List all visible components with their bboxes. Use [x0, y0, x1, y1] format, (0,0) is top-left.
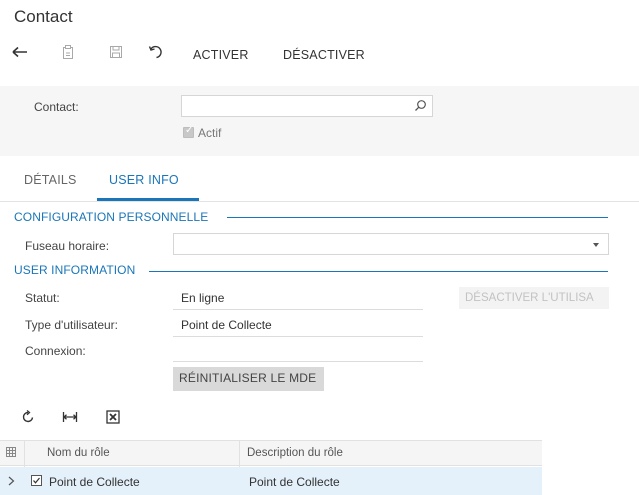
field-underline [173, 309, 423, 310]
status-label: Statut: [25, 291, 60, 305]
personal-config-title: CONFIGURATION PERSONNELLE [14, 210, 209, 224]
page-title: Contact [14, 7, 73, 26]
grid-settings-icon[interactable] [6, 446, 16, 460]
field-underline [173, 336, 423, 337]
active-label: Actif [198, 126, 222, 140]
tab-details[interactable]: DÉTAILS [24, 173, 77, 187]
user-information-title: USER INFORMATION [14, 263, 136, 277]
reset-password-button[interactable]: RÉINITIALISER LE MDE [173, 367, 324, 391]
status-value: En ligne [181, 291, 225, 305]
field-underline [173, 361, 423, 362]
contact-field[interactable] [181, 95, 433, 117]
tab-user-info[interactable]: USER INFO [109, 173, 179, 187]
back-arrow-icon[interactable] [9, 45, 31, 65]
deactivate-user-button[interactable]: DÉSACTIVER L'UTILISA [459, 287, 609, 309]
role-name-cell: Point de Collecte [49, 475, 140, 489]
column-header-role-description[interactable]: Description du rôle [247, 447, 343, 459]
activate-button[interactable]: ACTIVER [193, 48, 249, 62]
section-divider [227, 217, 608, 218]
row-checkbox[interactable] [31, 475, 42, 489]
user-type-value: Point de Collecte [181, 318, 272, 332]
active-checkbox[interactable] [183, 125, 194, 138]
undo-icon[interactable] [145, 45, 167, 65]
row-expand-icon[interactable] [8, 475, 15, 489]
column-separator [239, 440, 240, 467]
column-header-role-name[interactable]: Nom du rôle [47, 447, 110, 459]
chevron-down-icon[interactable] [593, 243, 599, 247]
search-icon[interactable] [414, 99, 427, 115]
fit-columns-icon[interactable] [61, 410, 79, 427]
excel-export-icon[interactable] [104, 410, 122, 427]
copy-icon[interactable] [57, 45, 79, 65]
user-type-label: Type d'utilisateur: [25, 318, 119, 332]
timezone-label: Fuseau horaire: [25, 239, 110, 253]
save-icon[interactable] [105, 45, 127, 65]
deactivate-button[interactable]: DÉSACTIVER [283, 48, 365, 62]
role-description-cell: Point de Collecte [249, 475, 340, 489]
section-divider [149, 271, 608, 272]
contact-label: Contact: [34, 100, 79, 114]
login-field[interactable] [173, 339, 399, 359]
timezone-select[interactable] [173, 233, 609, 255]
refresh-icon[interactable] [19, 409, 37, 427]
login-label: Connexion: [25, 344, 86, 358]
tab-divider [0, 201, 639, 202]
